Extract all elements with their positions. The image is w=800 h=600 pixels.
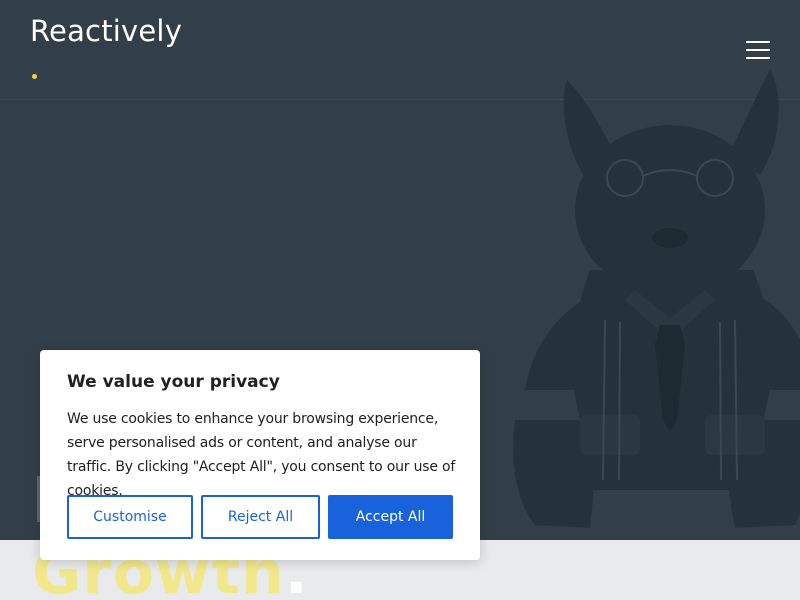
cookie-banner-description: We use cookies to enhance your browsing … (67, 411, 456, 499)
reject-all-button[interactable]: Reject All (201, 495, 320, 539)
bulldog-illustration (513, 70, 800, 528)
customise-button[interactable]: Customise (67, 495, 193, 539)
brand-logo[interactable]: Reactively (30, 14, 182, 48)
cookie-banner-title: We value your privacy (67, 372, 280, 392)
menu-line (746, 41, 770, 43)
accept-all-button[interactable]: Accept All (328, 495, 453, 539)
hamburger-menu-icon[interactable] (744, 38, 772, 60)
cookie-consent-banner: We value your privacy We use cookies to … (40, 350, 480, 560)
menu-line (746, 57, 770, 59)
logo-accent-dot (32, 74, 37, 79)
menu-line (746, 49, 770, 51)
